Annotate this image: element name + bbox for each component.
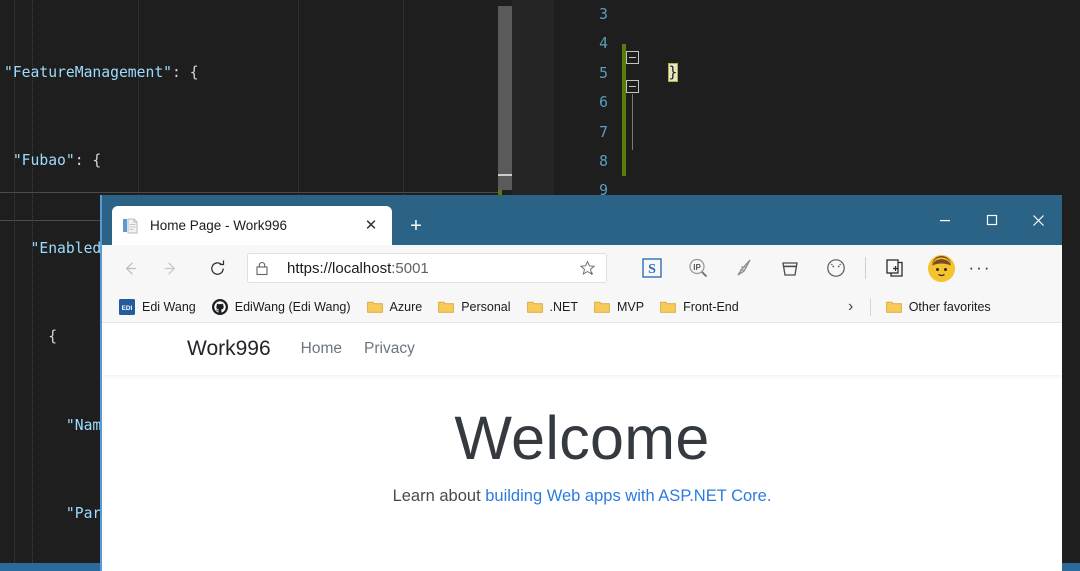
- back-arrow-icon[interactable]: [113, 251, 147, 285]
- reload-icon[interactable]: [200, 251, 234, 285]
- close-button[interactable]: [1015, 195, 1062, 245]
- forward-arrow-icon[interactable]: [153, 251, 187, 285]
- page-content: Welcome Learn about building Web apps wi…: [102, 375, 1062, 506]
- tab-close-icon[interactable]: ✕: [360, 215, 382, 237]
- url-port: :5001: [391, 259, 429, 277]
- window-controls: [921, 195, 1062, 245]
- pen-extension-icon[interactable]: [727, 251, 761, 285]
- screen: "FeatureManagement": { "Fubao": { "Enabl…: [0, 0, 1080, 571]
- tab-title: Home Page - Work996: [150, 218, 288, 233]
- svg-text:EDI: EDI: [122, 305, 133, 312]
- site-brand[interactable]: Work996: [187, 337, 271, 361]
- bookmark-label: MVP: [617, 299, 645, 314]
- address-bar[interactable]: https://localhost:5001: [247, 253, 607, 283]
- svg-text:IP: IP: [693, 263, 701, 272]
- nav-link-home[interactable]: Home: [301, 340, 342, 358]
- bookmark-edi-wang[interactable]: EDI Edi Wang: [112, 295, 203, 319]
- svg-text:S: S: [648, 262, 656, 277]
- subtext-prefix: Learn about: [392, 487, 486, 506]
- bookmark-label: Edi Wang: [142, 299, 196, 314]
- browser-title-bar: Home Page - Work996 ✕ +: [102, 195, 1062, 245]
- toolbar-divider: [865, 257, 866, 279]
- maximize-button[interactable]: [968, 195, 1015, 245]
- site-navbar: Work996 Home Privacy: [102, 323, 1062, 375]
- bookmark-label: Personal: [461, 299, 511, 314]
- github-icon: [211, 298, 228, 315]
- bookmark-other-favorites[interactable]: Other favorites: [879, 295, 998, 319]
- minimize-button[interactable]: [921, 195, 968, 245]
- folder-icon: [885, 299, 902, 315]
- browser-toolbar: https://localhost:5001 S IP ···: [102, 245, 1062, 291]
- folder-icon: [366, 299, 383, 315]
- page-viewport: Work996 Home Privacy Welcome Learn about…: [102, 323, 1062, 571]
- bookmark-mvp[interactable]: MVP: [587, 295, 651, 319]
- new-tab-button[interactable]: +: [402, 212, 430, 240]
- bookmark-label: EdiWang (Edi Wang): [234, 299, 351, 314]
- url-host: localhost: [332, 259, 392, 277]
- bookmark-dotnet[interactable]: .NET: [520, 295, 585, 319]
- browser-window: Home Page - Work996 ✕ + https://localhos…: [100, 195, 1062, 571]
- lock-icon: [254, 260, 270, 276]
- folder-icon: [660, 299, 676, 315]
- ip-lookup-extension-icon[interactable]: IP: [681, 251, 715, 285]
- url-text[interactable]: https://localhost:5001: [287, 260, 574, 277]
- bookmarks-divider: [869, 297, 871, 316]
- profile-avatar[interactable]: [924, 251, 958, 285]
- nav-link-privacy[interactable]: Privacy: [364, 340, 415, 358]
- bookmark-label: .NET: [549, 299, 579, 314]
- settings-and-more-button[interactable]: ···: [964, 252, 996, 284]
- bookmark-label: Azure: [389, 299, 423, 314]
- extensions-strip: S IP ···: [629, 251, 996, 285]
- smiley-extension-icon[interactable]: [819, 251, 853, 285]
- page-subtext: Learn about building Web apps with ASP.N…: [102, 487, 1062, 506]
- bookmark-personal[interactable]: Personal: [431, 295, 517, 319]
- avatar: [927, 254, 955, 282]
- collections-icon[interactable]: [878, 251, 912, 285]
- aspnet-core-link[interactable]: building Web apps with ASP.NET Core.: [485, 487, 771, 505]
- folder-icon: [594, 299, 610, 315]
- bookmark-azure[interactable]: Azure: [360, 295, 430, 319]
- folder-icon: [438, 299, 455, 315]
- document-icon: [122, 217, 140, 235]
- edi-favicon: EDI: [119, 298, 135, 315]
- bookmark-front-end[interactable]: Front-End: [653, 295, 746, 319]
- page-heading: Welcome: [454, 404, 710, 472]
- trash-extension-icon[interactable]: [773, 251, 807, 285]
- url-scheme: https://: [287, 259, 333, 277]
- bookmark-label: Front-End: [683, 299, 739, 314]
- folder-icon: [526, 299, 543, 315]
- bookmarks-overflow-chevron-icon[interactable]: ›: [840, 298, 862, 316]
- fold-toggle-icon[interactable]: [626, 51, 639, 64]
- star-plus-icon[interactable]: [574, 255, 600, 281]
- bookmark-label: Other favorites: [908, 299, 991, 314]
- browser-tab[interactable]: Home Page - Work996 ✕: [112, 206, 392, 245]
- bookmarks-bar: EDI Edi Wang EdiWang (Edi Wang) Azure Pe…: [102, 291, 1062, 323]
- fold-toggle-icon[interactable]: [626, 80, 639, 93]
- bookmark-ediwang-github[interactable]: EdiWang (Edi Wang): [205, 295, 358, 319]
- sogou-extension-icon[interactable]: S: [635, 251, 669, 285]
